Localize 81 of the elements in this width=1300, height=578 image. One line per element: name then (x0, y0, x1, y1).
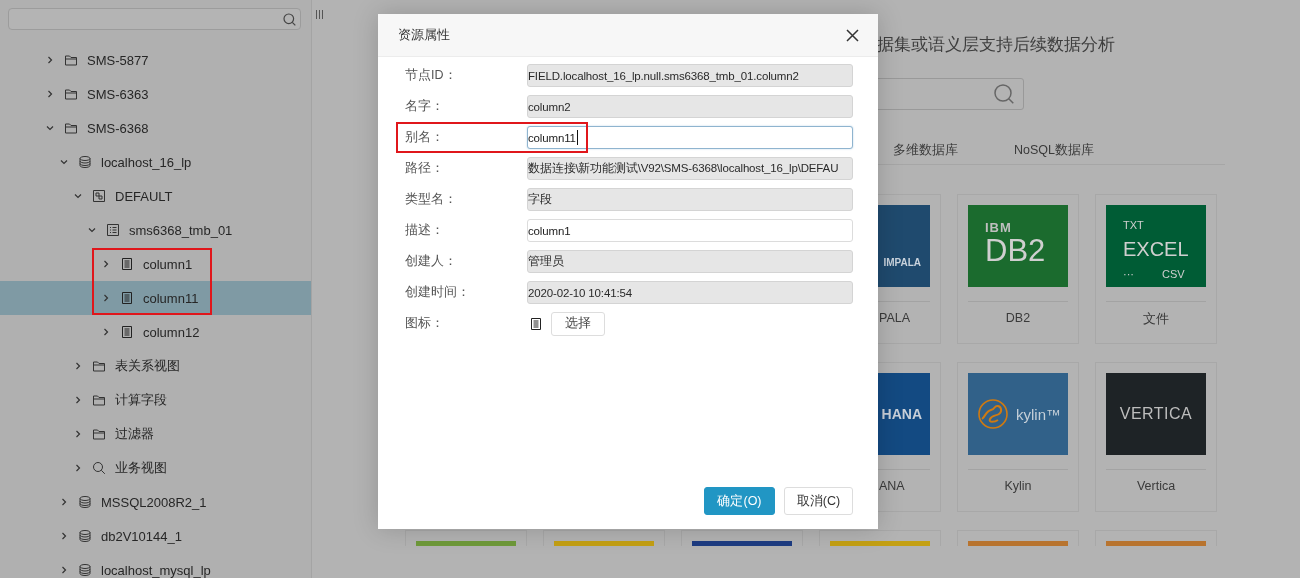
database-icon (78, 529, 92, 543)
field-label: 别名： (405, 129, 445, 146)
tree-item[interactable]: db2V10144_1 (0, 519, 311, 553)
input-field[interactable]: column2 (527, 95, 853, 118)
input-field[interactable]: column1 (527, 219, 853, 242)
database-icon (78, 495, 92, 509)
source-card[interactable]: IBM DB2 DB2 (957, 194, 1079, 344)
folder-icon (92, 359, 106, 373)
logo-text: kylin™ (1016, 405, 1061, 423)
document-icon (120, 257, 134, 271)
tree-item[interactable]: sms6368_tmb_01 (0, 213, 311, 247)
field-label: 路径： (405, 160, 445, 177)
tree-item[interactable]: 计算字段 (0, 383, 311, 417)
tree-item[interactable]: SMS-6363 (0, 77, 311, 111)
card-label: ANA (878, 479, 906, 493)
field-label: 创建人： (405, 253, 458, 270)
folder-icon (64, 87, 78, 101)
tree-item[interactable]: column12 (0, 315, 311, 349)
database-icon (78, 155, 92, 169)
dialog-title: 资源属性 (398, 26, 450, 44)
card-label: 文件 (1143, 311, 1169, 328)
tree-item[interactable]: 过滤器 (0, 417, 311, 451)
page-heading: 据集或语义层支持后续数据分析 (877, 34, 1116, 56)
field-label: 节点ID： (405, 67, 458, 84)
logo-text: VERTICA (1119, 405, 1193, 423)
cancel-button[interactable]: 取消(C) (784, 487, 853, 515)
search-icon (993, 83, 1015, 105)
logo-text: ··· (1123, 267, 1135, 282)
tree-item[interactable]: column11 (0, 281, 311, 315)
schema-icon (92, 189, 106, 203)
input-field[interactable]: column11 (527, 126, 853, 149)
source-card[interactable]: VERTICA Vertica (1095, 362, 1217, 512)
field-label: 图标： (405, 315, 445, 332)
field-label: 类型名： (405, 191, 458, 208)
folder-icon (64, 121, 78, 135)
tab[interactable]: 多维数据库 (893, 136, 958, 164)
logo-text: EXCEL (1123, 238, 1189, 263)
card-label: PALA (878, 311, 912, 325)
card-label: Kylin (1004, 479, 1032, 493)
input-field[interactable]: FIELD.localhost_16_lp.null.sms6368_tmb_01.column2 (527, 64, 853, 87)
table-icon (106, 223, 120, 237)
card-label: Vertica (1136, 479, 1176, 493)
search-icon (92, 461, 106, 475)
tree-item[interactable]: DEFAULT (0, 179, 311, 213)
logo-text: IMPALA (883, 256, 921, 268)
database-icon (78, 563, 92, 577)
input-field[interactable]: 管理员 (527, 250, 853, 273)
tab[interactable]: NoSQL数据库 (1014, 136, 1094, 164)
input-field[interactable]: 数据连接\新功能测试\V92\SMS-6368\localhost_16_lp\DEFAU (527, 157, 853, 180)
input-field[interactable]: 2020-02-10 10:41:54 (527, 281, 853, 304)
tree-item[interactable]: SMS-6368 (0, 111, 311, 145)
folder-icon (92, 393, 106, 407)
source-card[interactable]: TXT EXCEL ··· CSV 文件 (1095, 194, 1217, 344)
tree-item[interactable]: SMS-5877 (0, 43, 311, 77)
source-card[interactable]: kylin™ Kylin (957, 362, 1079, 512)
logo-text: DB2 (985, 235, 1046, 267)
document-icon (529, 316, 543, 331)
card-label: DB2 (1005, 311, 1031, 325)
logo-text: IBM (985, 221, 1013, 235)
search-icon (283, 12, 296, 26)
field-label: 描述： (405, 222, 445, 239)
input-field[interactable]: 字段 (527, 188, 853, 211)
field-label: 名字： (405, 98, 445, 115)
logo-text: TXT (1123, 219, 1145, 233)
document-icon (120, 325, 134, 339)
select-button[interactable]: 选择 (551, 311, 605, 336)
tree-item[interactable]: column1 (0, 247, 311, 281)
folder-icon (92, 427, 106, 441)
logo-text: CSV (1162, 267, 1186, 282)
tree-item[interactable]: MSSQL2008R2_1 (0, 485, 311, 519)
tree-item[interactable]: 表关系视图 (0, 349, 311, 383)
folder-icon (64, 53, 78, 67)
field-label: 创建时间： (405, 284, 471, 301)
tree-item[interactable]: 业务视图 (0, 451, 311, 485)
tree-item[interactable]: localhost_mysql_lp (0, 553, 311, 578)
logo-text: HANA (881, 406, 922, 422)
collapse-handle-icon[interactable] (316, 10, 323, 19)
tree-item[interactable]: localhost_16_lp (0, 145, 311, 179)
close-icon[interactable] (846, 28, 859, 42)
search-field[interactable] (8, 8, 301, 30)
document-icon (120, 291, 134, 305)
